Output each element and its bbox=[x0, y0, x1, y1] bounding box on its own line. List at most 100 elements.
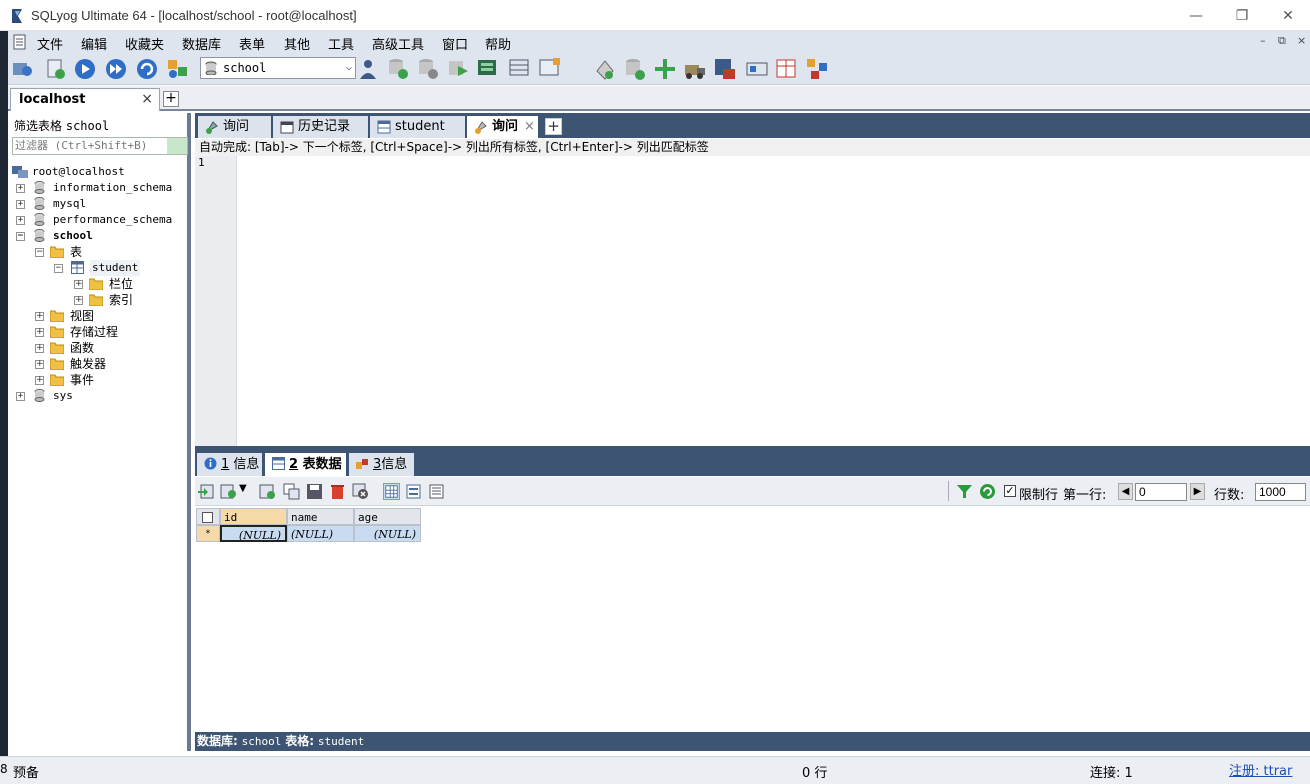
select-all-checkbox-cell[interactable] bbox=[196, 508, 220, 525]
tree-item-events[interactable]: + 事件 bbox=[35, 372, 185, 388]
column-header-name[interactable]: name bbox=[287, 508, 354, 525]
export-icon[interactable] bbox=[198, 483, 215, 500]
table-cell[interactable]: (NULL) bbox=[220, 525, 287, 542]
menu-table[interactable]: 表单 bbox=[239, 34, 265, 53]
save-icon[interactable] bbox=[306, 483, 323, 500]
insert-row-icon[interactable] bbox=[259, 483, 276, 500]
tree-item-triggers[interactable]: + 触发器 bbox=[35, 356, 185, 372]
minimize-button[interactable]: — bbox=[1176, 4, 1216, 28]
execute-all-icon[interactable] bbox=[104, 57, 128, 81]
next-page-button[interactable]: ▶ bbox=[1190, 483, 1205, 500]
sync-icon[interactable] bbox=[476, 57, 500, 81]
menu-other[interactable]: 其他 bbox=[284, 34, 310, 53]
tab-history[interactable]: 历史记录 bbox=[273, 116, 369, 138]
expand-icon[interactable]: + bbox=[35, 344, 44, 353]
table-cell[interactable]: (NULL) bbox=[354, 525, 421, 542]
refresh-icon[interactable] bbox=[979, 483, 996, 500]
connect-icon[interactable] bbox=[10, 57, 34, 81]
expand-icon[interactable]: + bbox=[16, 200, 25, 209]
tab-query-1[interactable]: 询问 bbox=[198, 116, 272, 138]
tree-item-student[interactable]: − student bbox=[54, 260, 184, 276]
user-manager-icon[interactable] bbox=[356, 57, 380, 81]
import-data-icon[interactable] bbox=[220, 483, 237, 500]
migration-icon[interactable] bbox=[683, 57, 707, 81]
tree-item-procedures[interactable]: + 存储过程 bbox=[35, 324, 185, 340]
connection-tab-localhost[interactable]: localhost × bbox=[10, 88, 160, 111]
sql-editor[interactable]: 1 bbox=[195, 156, 1310, 446]
tree-item-information-schema[interactable]: + information_schema bbox=[16, 180, 186, 196]
expand-icon[interactable]: + bbox=[16, 216, 25, 225]
filter-icon[interactable] bbox=[956, 483, 973, 500]
tree-item-mysql[interactable]: + mysql bbox=[16, 196, 186, 212]
register-link[interactable]: 注册: ttrar bbox=[1229, 760, 1292, 779]
grid-view-icon[interactable] bbox=[383, 483, 400, 500]
import-icon[interactable] bbox=[386, 57, 410, 81]
chevron-down-icon[interactable]: ▼ bbox=[239, 483, 247, 494]
execute-query-icon[interactable] bbox=[73, 57, 97, 81]
close-button[interactable]: ✕ bbox=[1268, 4, 1308, 28]
restore-button[interactable]: ❐ bbox=[1222, 4, 1262, 28]
expand-icon[interactable]: + bbox=[16, 184, 25, 193]
expand-icon[interactable]: + bbox=[16, 392, 25, 401]
tab-query-2[interactable]: 询问 × bbox=[467, 116, 539, 138]
rows-count-input[interactable] bbox=[1255, 483, 1306, 501]
column-header-age[interactable]: age bbox=[354, 508, 421, 525]
menu-file[interactable]: 文件 bbox=[37, 34, 63, 53]
database-select[interactable]: school ⌵ bbox=[200, 57, 356, 79]
new-connection-icon[interactable] bbox=[44, 57, 68, 81]
schema-sync-icon[interactable] bbox=[653, 57, 677, 81]
limit-rows-checkbox[interactable]: ✓ bbox=[1004, 485, 1016, 497]
add-connection-button[interactable]: + bbox=[163, 91, 179, 107]
menu-favorites[interactable]: 收藏夹 bbox=[125, 34, 164, 53]
filter-input[interactable]: 过滤器 (Ctrl+Shift+B) bbox=[12, 137, 188, 155]
expand-icon[interactable]: + bbox=[35, 312, 44, 321]
menu-advanced-tools[interactable]: 高级工具 bbox=[372, 34, 424, 53]
schema-designer-icon[interactable] bbox=[166, 57, 190, 81]
expand-icon[interactable]: + bbox=[74, 280, 83, 289]
delete-icon[interactable] bbox=[329, 483, 346, 500]
tree-item-indexes[interactable]: + 索引 bbox=[74, 292, 184, 308]
scheduled-job-icon[interactable] bbox=[593, 57, 617, 81]
first-row-input[interactable] bbox=[1135, 483, 1187, 501]
tab-student[interactable]: student bbox=[370, 116, 466, 138]
query-builder-icon[interactable] bbox=[538, 57, 562, 81]
form-view-icon[interactable] bbox=[405, 483, 422, 500]
tree-item-sys[interactable]: + sys bbox=[16, 388, 186, 404]
collapse-icon[interactable]: − bbox=[54, 264, 63, 273]
expand-icon[interactable]: + bbox=[35, 376, 44, 385]
backup-icon[interactable] bbox=[416, 57, 440, 81]
tab-table-data[interactable]: 2 表数据 bbox=[265, 453, 347, 476]
visual-data-compare-icon[interactable] bbox=[745, 57, 769, 81]
mdi-minimize-button[interactable]: – bbox=[1260, 34, 1266, 47]
expand-icon[interactable]: + bbox=[35, 328, 44, 337]
text-view-icon[interactable] bbox=[428, 483, 445, 500]
expand-icon[interactable]: + bbox=[74, 296, 83, 305]
data-search-icon[interactable] bbox=[775, 57, 799, 81]
menu-help[interactable]: 帮助 bbox=[485, 34, 511, 53]
collapse-icon[interactable]: − bbox=[35, 248, 44, 257]
tree-item-views[interactable]: + 视图 bbox=[35, 308, 185, 324]
menu-edit[interactable]: 编辑 bbox=[81, 34, 107, 53]
column-header-id[interactable]: id bbox=[220, 508, 287, 525]
tree-item-columns[interactable]: + 栏位 bbox=[74, 276, 184, 292]
document-menu-icon[interactable] bbox=[12, 34, 28, 50]
add-query-tab-button[interactable]: + bbox=[545, 118, 562, 135]
table-cell[interactable]: (NULL) bbox=[287, 525, 354, 542]
tree-item-functions[interactable]: + 函数 bbox=[35, 340, 185, 356]
tab-info[interactable]: 3信息 bbox=[349, 453, 415, 476]
chevron-down-icon[interactable]: ⌵ bbox=[346, 58, 352, 78]
duplicate-row-icon[interactable] bbox=[283, 483, 300, 500]
sql-scheduler-icon[interactable] bbox=[713, 57, 737, 81]
tree-item-tables[interactable]: − 表 bbox=[35, 244, 185, 260]
cancel-changes-icon[interactable] bbox=[352, 483, 369, 500]
close-icon[interactable]: × bbox=[141, 91, 153, 107]
previous-page-button[interactable]: ◀ bbox=[1118, 483, 1133, 500]
tree-item-school[interactable]: − school bbox=[16, 228, 186, 244]
expand-icon[interactable]: + bbox=[35, 360, 44, 369]
menu-window[interactable]: 窗口 bbox=[442, 34, 468, 53]
refresh-icon[interactable] bbox=[135, 57, 159, 81]
mdi-close-button[interactable]: × bbox=[1297, 34, 1306, 47]
table-structure-icon[interactable] bbox=[508, 57, 532, 81]
schema-compare-icon[interactable] bbox=[805, 57, 829, 81]
select-all-checkbox[interactable] bbox=[202, 512, 213, 523]
